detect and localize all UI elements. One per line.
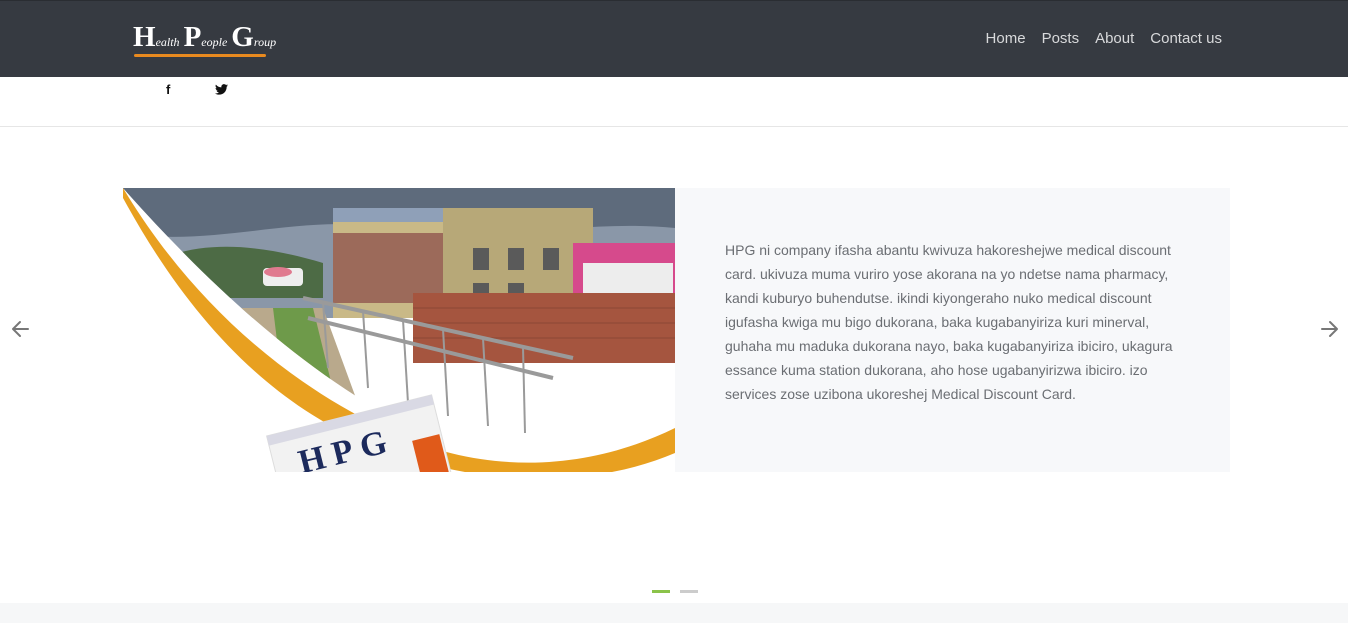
logo-letter-h: H (133, 21, 156, 53)
slide-image: HPG (123, 188, 675, 472)
social-bar: f (0, 77, 1348, 127)
slider-prev-button[interactable] (8, 316, 34, 342)
nav-posts[interactable]: Posts (1042, 30, 1080, 47)
logo-word-eople: eople (201, 35, 228, 49)
slider-next-button[interactable] (1316, 316, 1342, 342)
arrow-left-icon (12, 321, 29, 337)
arrow-right-icon (1321, 321, 1338, 337)
facebook-icon[interactable]: f (166, 82, 170, 97)
slide-text-panel: HPG ni company ifasha abantu kwivuza hak… (675, 188, 1230, 472)
logo-word-roup: roup (253, 35, 277, 49)
logo-underline (134, 54, 266, 57)
twitter-icon[interactable] (215, 83, 228, 98)
slide-indicator-2[interactable] (680, 590, 698, 593)
nav-contact-us[interactable]: Contact us (1150, 30, 1222, 47)
logo-text: Health People Group (133, 23, 280, 52)
nav-about[interactable]: About (1095, 30, 1134, 47)
logo-letter-g: G (231, 21, 254, 53)
slider-indicators (652, 590, 698, 593)
next-section-strip (0, 603, 1348, 623)
nav-home[interactable]: Home (986, 30, 1026, 47)
logo-letter-p: P (183, 21, 202, 53)
top-navbar: Health People Group Home Posts About Conta… (0, 0, 1348, 77)
slide-indicator-1[interactable] (652, 590, 670, 593)
slide-description: HPG ni company ifasha abantu kwivuza hak… (725, 242, 1173, 402)
main-nav: Home Posts About Contact us (986, 30, 1222, 47)
slide-photo-illustration: HPG (123, 188, 675, 472)
logo-word-ealth: ealth (155, 35, 180, 49)
hpg-logo[interactable]: Health People Group (133, 23, 288, 61)
